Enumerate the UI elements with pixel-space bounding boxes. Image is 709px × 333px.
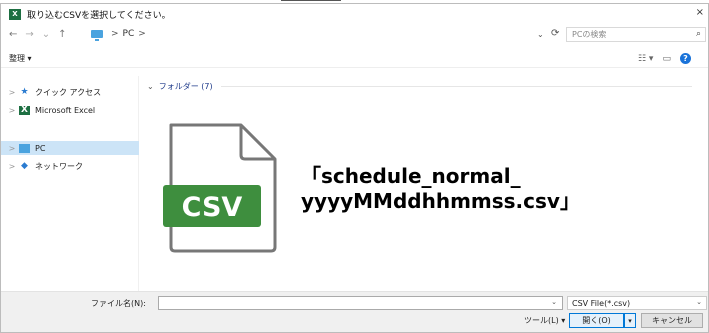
address-bar[interactable]: > PC > — [91, 26, 556, 42]
filename-dropdown-icon[interactable]: ⌄ — [551, 298, 557, 306]
expand-chevron-icon[interactable]: > — [5, 144, 19, 153]
expand-chevron-icon[interactable]: > — [5, 162, 19, 171]
command-bar: 整理 ▾ ☷ ▾ ▭ ? — [1, 50, 708, 68]
breadcrumb-pc[interactable]: PC — [123, 29, 135, 39]
dialog-footer: ファイル名(N): ⌄ CSV File(*.csv) ⌄ ツール(L) ▾ 開… — [1, 291, 708, 332]
address-dropdown-icon[interactable]: ⌄ — [537, 30, 544, 39]
filetype-value: CSV File(*.csv) — [572, 298, 631, 308]
folder-group-label: フォルダー (7) — [158, 82, 213, 91]
tools-menu-button[interactable]: ツール(L) ▾ — [524, 315, 565, 326]
preview-pane-icon[interactable]: ▭ — [662, 54, 671, 64]
search-placeholder: PCの検索 — [572, 30, 607, 39]
search-icon: ⌕ — [695, 29, 701, 39]
navigation-pane: > ★ クイック アクセス > X Microsoft Excel > PC >… — [1, 76, 139, 291]
folder-group-header[interactable]: ⌄ フォルダー (7) — [147, 81, 692, 92]
pc-icon — [91, 30, 103, 41]
csv-file-icon[interactable]: CSV — [163, 123, 283, 253]
sidebar-item-excel[interactable]: > X Microsoft Excel — [1, 103, 139, 117]
dialog-title: 取り込むCSVを選択してください。 — [27, 10, 171, 21]
sidebar-item-label: Microsoft Excel — [35, 105, 96, 115]
filename-label: ファイル名(N): — [91, 299, 146, 308]
expand-chevron-icon[interactable]: > — [5, 106, 19, 115]
file-name-caption: 「schedule_normal_ yyyyMMddhhmmss.csv」 — [301, 164, 580, 213]
title-bar: X 取り込むCSVを選択してください。 × — [1, 4, 708, 24]
open-button[interactable]: 開く(O) — [569, 313, 624, 328]
star-icon: ★ — [20, 87, 29, 97]
expand-chevron-icon[interactable]: > — [5, 88, 19, 97]
csv-badge-text: CSV — [182, 192, 243, 223]
collapse-chevron-icon[interactable]: ⌄ — [147, 82, 154, 91]
cancel-button[interactable]: キャンセル — [641, 313, 703, 328]
network-icon: ◆ — [21, 161, 28, 171]
sidebar-item-label: クイック アクセス — [35, 87, 102, 97]
breadcrumb-separator: > — [111, 29, 119, 39]
sidebar-item-label: PC — [35, 143, 46, 153]
up-arrow-icon[interactable]: ↑ — [58, 29, 66, 40]
excel-icon: X — [19, 105, 30, 115]
sidebar-item-pc[interactable]: > PC — [1, 141, 139, 155]
filename-input[interactable]: ⌄ — [158, 296, 563, 310]
close-icon[interactable]: × — [696, 7, 704, 18]
pc-icon — [19, 143, 30, 153]
filetype-select[interactable]: CSV File(*.csv) ⌄ — [567, 296, 707, 310]
sidebar-item-quick-access[interactable]: > ★ クイック アクセス — [1, 85, 139, 99]
excel-app-icon: X — [9, 8, 21, 20]
search-input[interactable]: PCの検索 ⌕ — [566, 27, 706, 42]
forward-arrow-icon[interactable]: → — [25, 29, 33, 40]
group-divider — [220, 86, 692, 87]
view-options-icon[interactable]: ☷ ▾ — [638, 54, 653, 64]
back-arrow-icon[interactable]: ← — [9, 29, 17, 40]
sidebar-item-network[interactable]: > ◆ ネットワーク — [1, 159, 139, 173]
file-open-dialog: X 取り込むCSVを選択してください。 × ← → ⌄ ↑ > PC > ⌄ ⟳… — [0, 3, 709, 333]
organize-button[interactable]: 整理 ▾ — [9, 53, 32, 64]
open-dropdown-icon[interactable]: ▾ — [624, 313, 636, 328]
view-controls: ☷ ▾ ▭ ? — [638, 53, 691, 64]
refresh-icon[interactable]: ⟳ — [551, 28, 559, 39]
file-list-pane: ⌄ フォルダー (7) CSV 「schedule_normal_ yyyyMM… — [141, 76, 706, 291]
help-icon[interactable]: ? — [679, 53, 691, 64]
sidebar-item-label: ネットワーク — [35, 161, 83, 171]
recent-locations-chevron-icon[interactable]: ⌄ — [42, 29, 50, 40]
filetype-dropdown-icon[interactable]: ⌄ — [696, 298, 702, 306]
breadcrumb-separator[interactable]: > — [138, 29, 146, 39]
